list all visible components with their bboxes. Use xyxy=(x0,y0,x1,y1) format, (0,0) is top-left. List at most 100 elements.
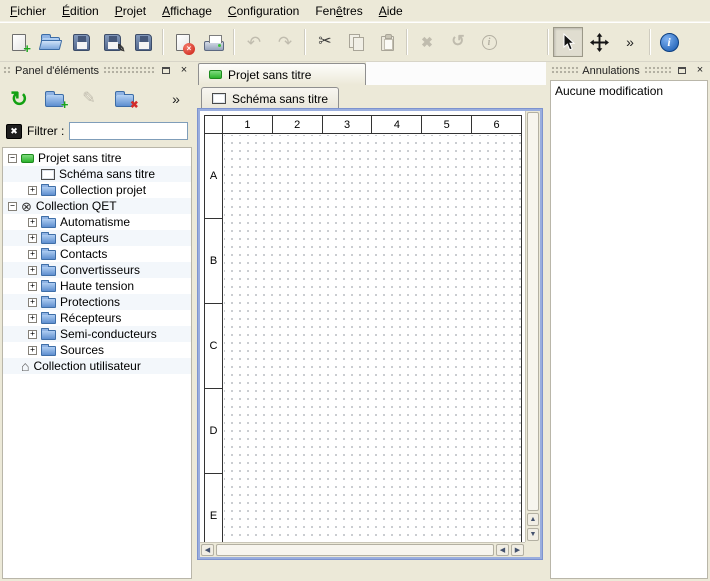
tree-item-collection-qet[interactable]: − ⊗ Collection QET xyxy=(3,198,191,214)
expand-expander-icon[interactable]: + xyxy=(28,298,37,307)
toolbar-overflow-button[interactable]: » xyxy=(615,27,645,57)
elements-tree: − Projet sans titre Schéma sans titre + … xyxy=(2,147,192,579)
close-panel-button[interactable]: × xyxy=(693,64,707,77)
collapse-expander-icon[interactable]: − xyxy=(8,202,17,211)
tree-item-automatisme[interactable]: + Automatisme xyxy=(3,214,191,230)
collapse-expander-icon[interactable]: − xyxy=(8,154,17,163)
tree-item-contacts[interactable]: + Contacts xyxy=(3,246,191,262)
diagram-canvas[interactable]: 1 2 3 4 5 6 A B C D E xyxy=(200,111,525,542)
expand-expander-icon[interactable]: + xyxy=(28,266,37,275)
expand-expander-icon[interactable]: + xyxy=(28,186,37,195)
new-project-button[interactable]: + xyxy=(4,27,34,57)
close-project-button[interactable]: × xyxy=(168,27,198,57)
redo-button[interactable]: ↷ xyxy=(270,27,300,57)
project-icon xyxy=(21,154,34,163)
expand-expander-icon[interactable]: + xyxy=(28,314,37,323)
tree-item-recepteurs[interactable]: + Récepteurs xyxy=(3,310,191,326)
pencil-badge-icon: ✎ xyxy=(116,44,125,55)
tree-item-projet-sans-titre[interactable]: − Projet sans titre xyxy=(3,150,191,166)
vertical-scrollbar[interactable]: ▲ ▼ xyxy=(525,111,540,542)
copy-button[interactable] xyxy=(341,27,371,57)
scroll-right-button[interactable]: ▶ xyxy=(511,544,524,556)
tree-item-collection-projet[interactable]: + Collection projet xyxy=(3,182,191,198)
reload-collections-button[interactable]: ↻ xyxy=(6,86,32,112)
save-as-button[interactable]: ✎ xyxy=(97,27,127,57)
close-panel-button[interactable]: × xyxy=(177,64,191,77)
tree-item-sources[interactable]: + Sources xyxy=(3,342,191,358)
delete-button[interactable]: ✖ xyxy=(412,27,442,57)
float-panel-button[interactable] xyxy=(159,64,173,77)
delete-icon: ✖ xyxy=(421,35,433,49)
expand-expander-icon[interactable]: + xyxy=(28,282,37,291)
plus-badge-icon: + xyxy=(23,42,31,55)
scroll-up-button[interactable]: ▲ xyxy=(527,513,539,526)
panel-overflow-button[interactable]: » xyxy=(166,86,186,112)
paste-button[interactable] xyxy=(372,27,402,57)
tree-item-capteurs[interactable]: + Capteurs xyxy=(3,230,191,246)
undo-button[interactable]: ↶ xyxy=(239,27,269,57)
tree-item-convertisseurs[interactable]: + Convertisseurs xyxy=(3,262,191,278)
menu-item-projet[interactable]: Projet xyxy=(107,0,154,21)
undo-panel-titlebar[interactable]: Annulations × xyxy=(548,62,710,79)
filter-input[interactable] xyxy=(69,122,188,140)
tree-item-haute-tension[interactable]: + Haute tension xyxy=(3,278,191,294)
save-button[interactable] xyxy=(66,27,96,57)
select-tool-button[interactable] xyxy=(553,27,583,57)
refresh-icon: ↻ xyxy=(10,89,28,110)
menu-item-fichier[interactable]: Fichier xyxy=(2,0,54,21)
elements-panel-titlebar[interactable]: Panel d'éléments × xyxy=(0,62,194,79)
close-badge-icon: × xyxy=(183,43,195,55)
workspace: Projet sans titre Schéma sans titre 1 2 … xyxy=(196,62,546,581)
tree-item-label: Sources xyxy=(60,342,104,358)
save-all-button[interactable] xyxy=(128,27,158,57)
menu-item-edition[interactable]: Édition xyxy=(54,0,107,21)
edit-element-button[interactable]: ✎ xyxy=(76,86,102,112)
expand-expander-icon[interactable]: + xyxy=(28,330,37,339)
rotate-icon: ↺ xyxy=(451,34,464,50)
tree-item-schema-sans-titre[interactable]: Schéma sans titre xyxy=(3,166,191,182)
horizontal-scrollbar-thumb[interactable] xyxy=(216,544,494,556)
expand-expander-icon[interactable]: + xyxy=(28,346,37,355)
tab-projet-sans-titre[interactable]: Projet sans titre xyxy=(198,63,366,85)
float-icon xyxy=(678,67,686,74)
close-icon: × xyxy=(697,65,703,76)
scroll-left-button[interactable]: ◀ xyxy=(201,544,214,556)
move-tool-button[interactable] xyxy=(584,27,614,57)
about-info-icon: i xyxy=(660,33,679,52)
clear-filter-button[interactable]: ✖ xyxy=(6,124,22,139)
print-button[interactable] xyxy=(199,27,229,57)
undo-empty-message[interactable]: Aucune modification xyxy=(555,84,703,98)
float-panel-button[interactable] xyxy=(675,64,689,77)
folder-icon xyxy=(41,298,56,308)
expand-expander-icon[interactable]: + xyxy=(28,234,37,243)
cut-button[interactable]: ✂ xyxy=(310,27,340,57)
menu-item-affichage[interactable]: Affichage xyxy=(154,0,220,21)
undo-history-list: Aucune modification xyxy=(550,80,708,579)
folder-icon xyxy=(41,346,56,356)
new-element-button[interactable]: + xyxy=(41,86,67,112)
tab-schema-sans-titre[interactable]: Schéma sans titre xyxy=(201,87,339,109)
diagram-column-headers: 1 2 3 4 5 6 xyxy=(223,116,521,134)
scroll-down-button[interactable]: ▼ xyxy=(527,528,539,541)
tree-item-collection-utilisateur[interactable]: ⌂ Collection utilisateur xyxy=(3,358,191,374)
project-tab-label: Projet sans titre xyxy=(228,68,311,82)
menubar: Fichier Édition Projet Affichage Configu… xyxy=(0,0,710,22)
menu-item-aide[interactable]: Aide xyxy=(371,0,411,21)
horizontal-scrollbar[interactable]: ◀ ◀ ▶ xyxy=(200,542,525,557)
expand-expander-icon[interactable]: + xyxy=(28,250,37,259)
open-project-button[interactable] xyxy=(35,27,65,57)
delete-element-button[interactable]: ✖ xyxy=(111,86,137,112)
new-element-icon: + xyxy=(45,94,64,107)
menu-item-fenetres[interactable]: Fenêtres xyxy=(307,0,370,21)
scroll-left-button-2[interactable]: ◀ xyxy=(496,544,509,556)
tree-item-protections[interactable]: + Protections xyxy=(3,294,191,310)
about-button[interactable]: i xyxy=(654,27,684,57)
tree-item-semi-conducteurs[interactable]: + Semi-conducteurs xyxy=(3,326,191,342)
expand-expander-icon[interactable]: + xyxy=(28,218,37,227)
vertical-scrollbar-thumb[interactable] xyxy=(527,112,539,511)
schema-icon xyxy=(212,93,226,104)
element-info-button[interactable]: i xyxy=(474,27,504,57)
menu-item-configuration[interactable]: Configuration xyxy=(220,0,307,21)
toolbar-separator xyxy=(233,29,235,55)
rotate-button[interactable]: ↺ xyxy=(443,27,473,57)
